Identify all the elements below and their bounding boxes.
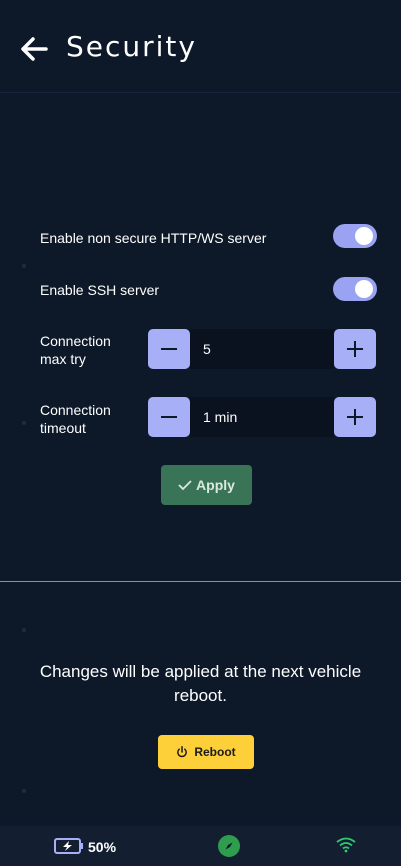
http-ws-toggle[interactable] <box>333 224 377 248</box>
page-title: Security <box>66 30 197 63</box>
power-icon <box>177 746 188 758</box>
max-try-label-line1: Connection <box>40 333 111 349</box>
minus-icon <box>161 348 177 350</box>
plus-icon <box>347 409 363 425</box>
timeout-label-line1: Connection <box>40 402 111 418</box>
minus-icon <box>161 416 177 418</box>
section-divider <box>0 581 401 582</box>
timeout-stepper: 1 min <box>148 397 376 437</box>
plus-icon <box>347 341 363 357</box>
ssh-toggle[interactable] <box>333 277 377 301</box>
back-arrow-icon[interactable] <box>18 33 50 65</box>
max-try-increment-button[interactable] <box>334 329 376 369</box>
max-try-label-line2: max try <box>40 351 86 367</box>
timeout-label: Connection timeout <box>40 401 111 437</box>
timeout-decrement-button[interactable] <box>148 397 190 437</box>
decorative-dot <box>22 421 26 425</box>
ssh-label: Enable SSH server <box>40 282 160 298</box>
max-try-label: Connection max try <box>40 332 111 368</box>
header: Security <box>0 0 401 93</box>
decorative-dot <box>22 264 26 268</box>
check-icon <box>178 480 192 491</box>
wifi-icon <box>336 837 356 853</box>
toggle-knob <box>355 280 373 298</box>
battery-charging-icon <box>54 838 83 854</box>
battery-percent: 50% <box>88 839 117 855</box>
reboot-message: Changes will be applied at the next vehi… <box>39 662 362 705</box>
timeout-value[interactable]: 1 min <box>190 397 334 437</box>
reboot-button-label: Reboot <box>194 745 236 759</box>
status-bar: 50% <box>0 826 401 866</box>
toggle-knob <box>355 227 373 245</box>
timeout-label-line2: timeout <box>40 420 86 436</box>
compass-icon[interactable] <box>218 835 240 857</box>
timeout-increment-button[interactable] <box>334 397 376 437</box>
max-try-decrement-button[interactable] <box>148 329 190 369</box>
decorative-dot <box>22 789 26 793</box>
apply-button-label: Apply <box>196 477 235 493</box>
max-try-stepper: 5 <box>148 329 376 369</box>
max-try-value[interactable]: 5 <box>190 329 334 369</box>
reboot-button[interactable]: Reboot <box>158 735 254 769</box>
http-ws-label: Enable non secure HTTP/WS server <box>40 230 267 246</box>
apply-button[interactable]: Apply <box>161 465 252 505</box>
decorative-dot <box>22 628 26 632</box>
